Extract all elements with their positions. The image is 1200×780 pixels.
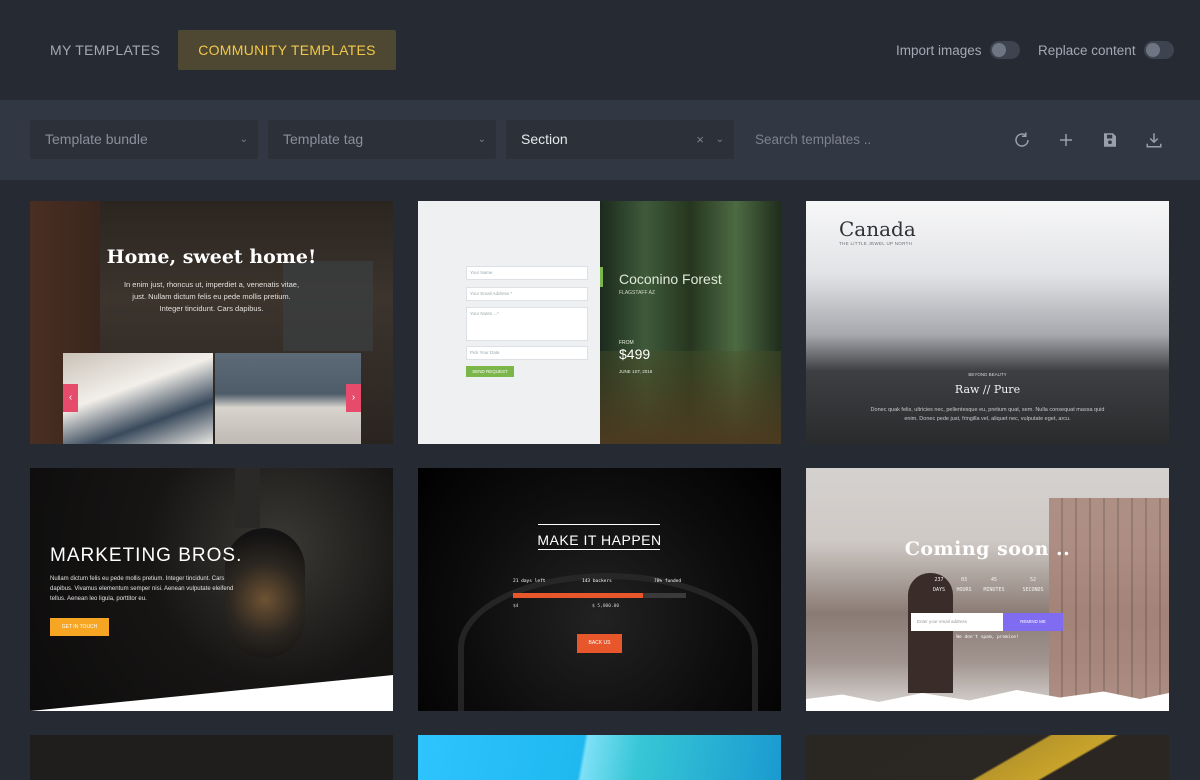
countdown-label: MINUTES xyxy=(983,587,1005,593)
countdown-item: 52 SECONDS xyxy=(1018,575,1048,595)
replace-content-toggle[interactable]: Replace content xyxy=(1038,40,1174,60)
template-title: Coconino Forest xyxy=(619,271,722,287)
download-icon[interactable] xyxy=(1142,128,1166,152)
section-value: Section xyxy=(521,131,568,147)
search-input[interactable] xyxy=(745,120,985,159)
form-field: Your Name xyxy=(466,266,588,280)
tab-my-templates[interactable]: MY TEMPLATES xyxy=(30,30,180,70)
template-title: MARKETING BROS. xyxy=(50,545,243,566)
countdown-value: 03 xyxy=(960,577,968,583)
template-tag-select[interactable]: Template tag ⌄ xyxy=(268,120,496,159)
get-in-touch-button: GET IN TOUCH xyxy=(50,618,109,636)
spam-note: We don't spam, promise! xyxy=(956,635,1019,640)
import-images-label: Import images xyxy=(896,42,982,58)
price: $499 xyxy=(619,346,651,362)
send-request-button: SEND REQUEST xyxy=(466,366,514,377)
slide-image xyxy=(215,353,361,444)
template-card-partial[interactable] xyxy=(30,735,393,780)
amount: $4 xyxy=(513,604,519,609)
divider xyxy=(538,549,660,550)
kicker: BEYOND BEAUTY xyxy=(968,372,1007,377)
countdown-label: DAYS xyxy=(932,587,946,593)
stat-days: 21 days left xyxy=(513,579,546,584)
chevron-left-icon: ‹ xyxy=(63,384,78,412)
template-card-forest[interactable]: Your Name Your Email Address * Your Note… xyxy=(418,201,781,444)
template-card-home[interactable]: Home, sweet home! In enim just, rhoncus … xyxy=(30,201,393,444)
template-card-partial[interactable] xyxy=(418,735,781,780)
section-select[interactable]: Section × ⌄ xyxy=(506,120,734,159)
refresh-icon[interactable] xyxy=(1010,128,1034,152)
form-field: Your Notes ...* xyxy=(466,307,588,341)
template-title: Raw // Pure xyxy=(954,383,1021,396)
template-title: MAKE IT HAPPEN xyxy=(537,532,662,548)
amount: $ 5,000.00 xyxy=(592,604,620,609)
chevron-right-icon: › xyxy=(346,384,361,412)
chevron-down-icon: ⌄ xyxy=(715,134,724,145)
template-text: Nullam dictum felis eu pede mollis preti… xyxy=(50,576,234,602)
template-card-coming-soon[interactable]: Coming soon .. 237 DAYS 03 HOURS 45 MINUTES… xyxy=(806,468,1169,711)
white-wedge xyxy=(30,675,393,711)
countdown-label: SECONDS xyxy=(1022,587,1044,593)
countdown-value: 237 xyxy=(934,577,944,583)
divider xyxy=(538,524,660,525)
template-text: In enim just, rhoncus ut, imperdiet a, v… xyxy=(123,280,300,313)
template-text: Donec quak felis, ultricies nec, pellent… xyxy=(870,407,1105,422)
switch-knob xyxy=(1145,43,1160,57)
replace-content-label: Replace content xyxy=(1038,42,1136,58)
tagline: THE LITTLE JEWEL UP NORTH xyxy=(839,241,913,246)
template-card-marketing[interactable]: MARKETING BROS. Nullam dictum felis eu p… xyxy=(30,468,393,711)
import-images-toggle[interactable]: Import images xyxy=(896,40,1020,60)
countdown-label: HOURS xyxy=(956,587,972,593)
forest-image xyxy=(600,201,781,444)
save-icon[interactable] xyxy=(1098,128,1122,152)
import-images-switch[interactable] xyxy=(989,41,1020,59)
progress-fill xyxy=(513,593,643,598)
template-bundle-select[interactable]: Template bundle ⌄ xyxy=(30,120,258,159)
top-bar: MY TEMPLATES COMMUNITY TEMPLATES Import … xyxy=(0,0,1200,100)
template-card-make-it-happen[interactable]: MAKE IT HAPPEN 21 days left 143 backers … xyxy=(418,468,781,711)
email-field: Enter your email address xyxy=(911,613,1003,631)
countdown-item: 45 MINUTES xyxy=(979,575,1009,595)
template-bundle-placeholder: Template bundle xyxy=(45,131,148,147)
countdown-item: 03 HOURS xyxy=(949,575,979,595)
replace-content-switch[interactable] xyxy=(1143,41,1174,59)
form-field: Your Email Address * xyxy=(466,287,588,301)
building-image xyxy=(1049,498,1169,711)
stat-funded: 78% funded xyxy=(654,579,682,584)
template-title: Home, sweet home! xyxy=(106,246,317,268)
template-card-canada[interactable]: Canada THE LITTLE JEWEL UP NORTH BEYOND … xyxy=(806,201,1169,444)
countdown-value: 45 xyxy=(990,577,998,583)
slide-image xyxy=(63,353,213,444)
template-subtitle: FLAGSTAFF AZ xyxy=(619,290,656,296)
plus-icon[interactable] xyxy=(1054,128,1078,152)
stat-backers: 143 backers xyxy=(582,579,612,584)
logo-text: Canada xyxy=(839,217,916,241)
accent-bar xyxy=(600,267,603,287)
back-us-button: BACK US xyxy=(577,634,622,653)
countdown-value: 52 xyxy=(1029,577,1037,583)
bulb-socket-image xyxy=(235,468,260,528)
chevron-down-icon: ⌄ xyxy=(477,134,486,145)
date: JUNE 1ST, 2016 xyxy=(619,369,653,374)
clear-icon[interactable]: × xyxy=(696,120,704,159)
template-card-partial[interactable] xyxy=(806,735,1169,780)
tab-community-templates[interactable]: COMMUNITY TEMPLATES xyxy=(178,30,396,70)
template-tag-placeholder: Template tag xyxy=(283,131,364,147)
chevron-down-icon: ⌄ xyxy=(239,134,248,145)
form-field: Pick Your Date xyxy=(466,346,588,360)
remind-me-button: REMIND ME xyxy=(1003,613,1063,631)
switch-knob xyxy=(991,43,1006,57)
template-title: Coming soon .. xyxy=(904,538,1071,560)
